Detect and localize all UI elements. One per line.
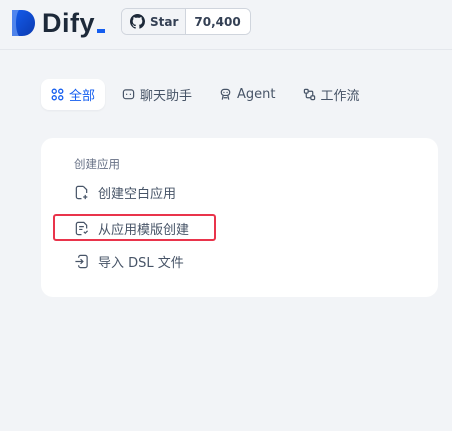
create-blank-app-label: 创建空白应用 [98, 186, 177, 202]
tab-workflow[interactable]: 工作流 [293, 79, 370, 110]
create-app-card: 创建应用 创建空白应用 从应用模版创建 导入 DSL 文件 [41, 138, 438, 297]
tab-agent[interactable]: Agent [209, 79, 285, 110]
app-type-tabs: 全部 聊天助手 Agent 工作流 [41, 79, 377, 110]
file-template-icon [75, 221, 89, 235]
tab-chatbot-label: 聊天助手 [140, 89, 193, 104]
import-dsl-button[interactable]: 导入 DSL 文件 [74, 251, 184, 271]
github-star-label: Star [150, 14, 179, 29]
tab-all-label: 全部 [69, 89, 96, 104]
github-icon [130, 14, 145, 29]
file-plus-icon [75, 185, 88, 199]
create-from-template-label: 从应用模版创建 [98, 222, 190, 238]
create-blank-app-button[interactable]: 创建空白应用 [74, 182, 176, 202]
tab-workflow-label: 工作流 [320, 89, 360, 104]
create-from-template-button[interactable]: 从应用模版创建 [74, 218, 189, 238]
robot-icon [220, 88, 231, 100]
tab-all[interactable]: 全部 [41, 79, 106, 110]
file-import-icon [75, 254, 88, 268]
grid-icon [51, 88, 64, 101]
logo-text: Dify [42, 8, 96, 38]
tab-agent-label: Agent [237, 87, 276, 102]
create-app-title: 创建应用 [74, 157, 120, 171]
logo-underscore [97, 29, 106, 33]
dify-logo[interactable]: Dify [11, 8, 106, 38]
workflow-icon [303, 88, 315, 101]
dify-logo-icon [12, 10, 35, 36]
import-dsl-label: 导入 DSL 文件 [98, 255, 184, 271]
tab-chatbot[interactable]: 聊天助手 [112, 79, 202, 110]
github-star-label-area[interactable]: Star [122, 9, 187, 34]
top-bar: Dify Star 70,400 [0, 0, 452, 50]
github-star-button[interactable]: Star 70,400 [121, 8, 251, 35]
github-star-count[interactable]: 70,400 [186, 9, 250, 34]
chat-bubble-icon [122, 89, 135, 100]
